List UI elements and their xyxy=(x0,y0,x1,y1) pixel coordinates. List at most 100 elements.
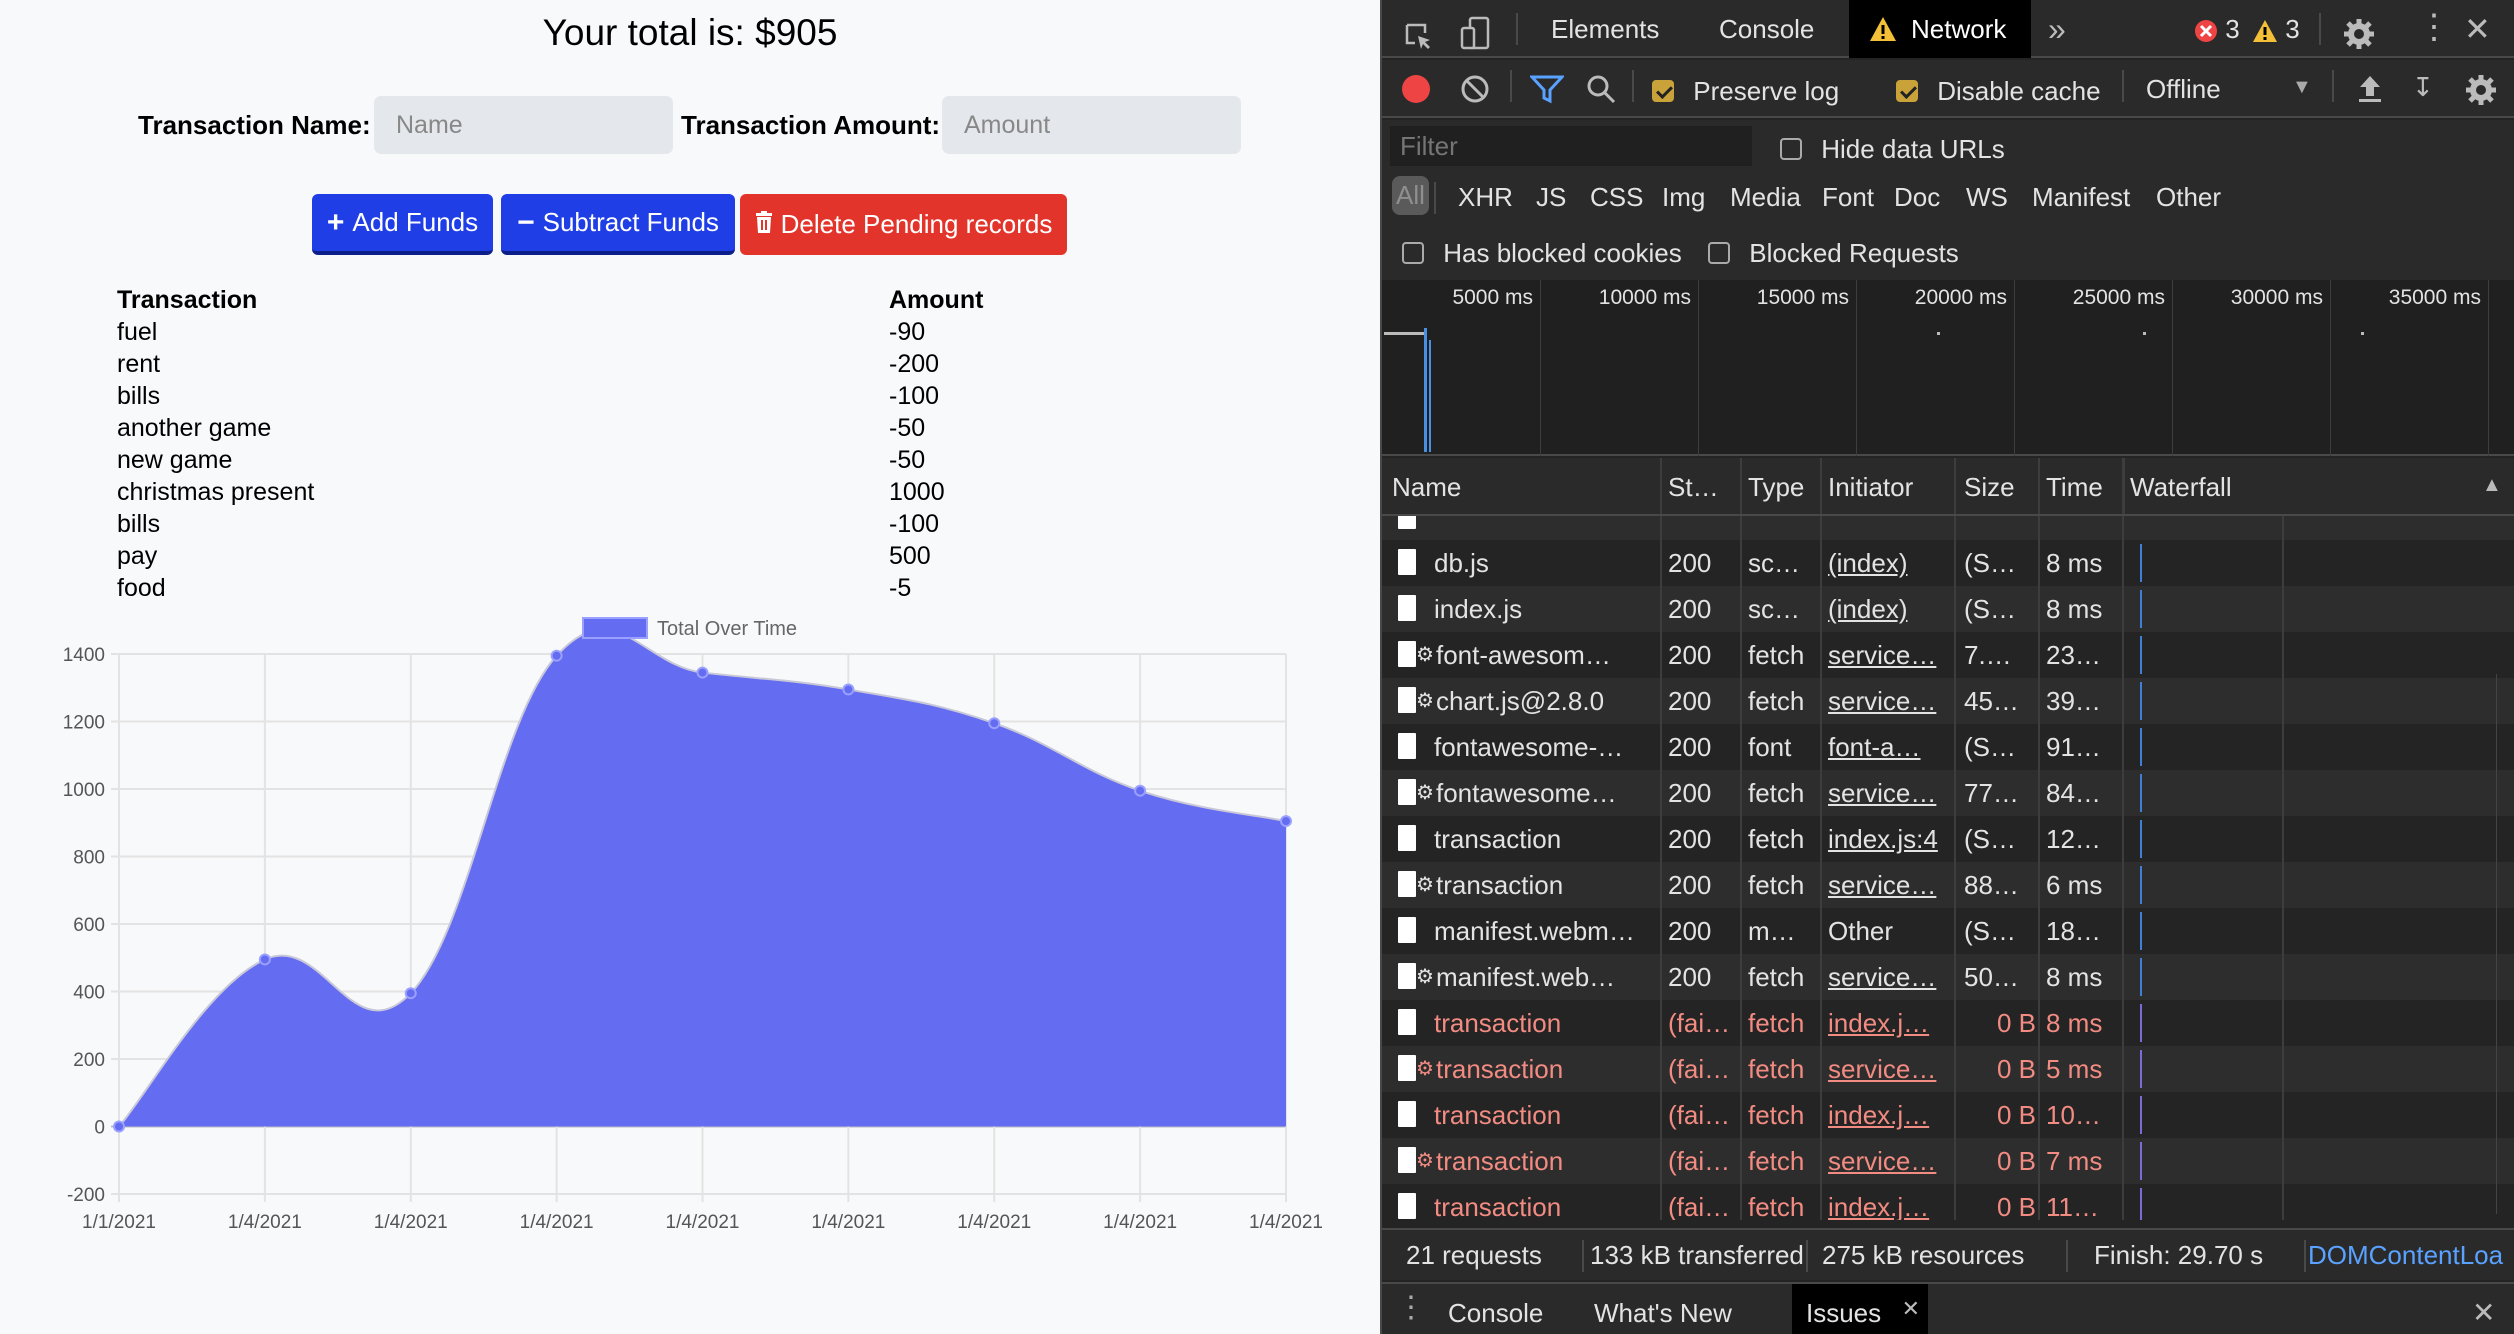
request-initiator[interactable]: service… xyxy=(1828,870,1952,901)
transaction-amount-input[interactable] xyxy=(942,96,1241,154)
filter-type-font[interactable]: Font xyxy=(1822,182,1874,213)
request-row[interactable]: ⚙ transaction (fai… fetch service… 0 B 5 ms xyxy=(1382,1046,2514,1092)
filter-icon[interactable] xyxy=(1528,74,1566,111)
disable-cache-checkbox[interactable] xyxy=(1896,80,1918,103)
request-initiator[interactable]: index.j… xyxy=(1828,1008,1952,1039)
delete-pending-button[interactable]: Delete Pending records xyxy=(740,194,1067,255)
request-size: 77… xyxy=(1964,778,2019,808)
filter-type-img[interactable]: Img xyxy=(1662,182,1705,213)
column-time[interactable]: Time xyxy=(2046,472,2103,503)
sort-ascending-icon[interactable]: ▲ xyxy=(2482,474,2502,497)
request-row[interactable]: ⚙ fontawesome… 200 fetch service… 77… 84… xyxy=(1382,770,2514,816)
filter-type-manifest[interactable]: Manifest xyxy=(2032,182,2130,213)
add-funds-button[interactable]: + Add Funds xyxy=(312,194,493,255)
request-initiator[interactable]: font-a… xyxy=(1828,732,1952,763)
device-toolbar-icon[interactable] xyxy=(1460,12,1492,50)
preserve-log-checkbox[interactable] xyxy=(1652,80,1674,103)
hide-data-urls-checkbox[interactable] xyxy=(1780,138,1802,161)
request-row[interactable]: ⚙ transaction 200 fetch service… 88… 6 ms xyxy=(1382,862,2514,908)
request-type: fetch xyxy=(1748,1192,1805,1220)
drawer-menu-icon[interactable]: ⋮ xyxy=(1396,1290,1426,1325)
tab-separator xyxy=(2319,13,2321,45)
request-initiator[interactable]: (index) xyxy=(1828,594,1952,625)
drawer-tab-console[interactable]: Console xyxy=(1448,1298,1543,1329)
request-initiator[interactable]: service… xyxy=(1828,1146,1952,1177)
request-initiator[interactable]: (index) xyxy=(1828,548,1952,579)
request-initiator[interactable]: service… xyxy=(1828,778,1952,809)
status-separator xyxy=(2304,1240,2306,1272)
column-initiator[interactable]: Initiator xyxy=(1828,472,1913,503)
tab-elements[interactable]: Elements xyxy=(1541,0,1669,58)
import-har-icon[interactable] xyxy=(2356,74,2384,111)
preserve-log-toggle[interactable]: Preserve log xyxy=(1652,74,1839,107)
request-initiator[interactable]: service… xyxy=(1828,640,1952,671)
filter-type-css[interactable]: CSS xyxy=(1590,182,1643,213)
column-size[interactable]: Size xyxy=(1964,472,2015,503)
trash-icon xyxy=(755,209,773,240)
table-row-partial[interactable] xyxy=(1382,516,2514,540)
column-name[interactable]: Name xyxy=(1392,472,1461,503)
blocked-requests-checkbox[interactable] xyxy=(1708,242,1730,265)
column-type[interactable]: Type xyxy=(1748,472,1804,503)
inspect-element-icon[interactable] xyxy=(1404,14,1434,49)
request-initiator[interactable]: index.j… xyxy=(1828,1192,1952,1220)
filter-type-js[interactable]: JS xyxy=(1536,182,1566,213)
tab-console[interactable]: Console xyxy=(1709,0,1824,58)
subtract-funds-button[interactable]: − Subtract Funds xyxy=(501,194,735,255)
network-settings-gear-icon[interactable] xyxy=(2464,73,2498,114)
drawer-tab-issues[interactable]: Issues ✕ xyxy=(1792,1284,1928,1334)
filter-type-doc[interactable]: Doc xyxy=(1894,182,1940,213)
request-row[interactable]: ⚙ font-awesom… 200 fetch service… 7.… 23… xyxy=(1382,632,2514,678)
request-initiator[interactable]: service… xyxy=(1828,686,1952,717)
request-row[interactable]: ⚙ chart.js@2.8.0 200 fetch service… 45… 39… xyxy=(1382,678,2514,724)
scrollbar[interactable] xyxy=(2496,674,2514,1214)
request-initiator[interactable]: index.j… xyxy=(1828,1100,1952,1131)
filter-type-other[interactable]: Other xyxy=(2156,182,2221,213)
request-row[interactable]: transaction (fai… fetch index.j… 0 B 8 ms xyxy=(1382,1000,2514,1046)
settings-gear-icon[interactable] xyxy=(2342,13,2376,49)
column-status[interactable]: St… xyxy=(1668,472,1719,503)
filter-type-media[interactable]: Media xyxy=(1730,182,1801,213)
drawer-tab-whats-new[interactable]: What's New xyxy=(1594,1298,1732,1329)
request-name: transaction xyxy=(1434,824,1562,854)
hide-data-urls-toggle[interactable]: Hide data URLs xyxy=(1780,132,2005,165)
disable-cache-toggle[interactable]: Disable cache xyxy=(1896,74,2101,107)
request-row[interactable]: fontawesome-… 200 font font-a… (S… 91… xyxy=(1382,724,2514,770)
close-tab-icon[interactable]: ✕ xyxy=(1902,1296,1920,1322)
request-initiator[interactable]: service… xyxy=(1828,962,1952,993)
tab-network[interactable]: Network xyxy=(1849,0,2031,58)
has-blocked-cookies-toggle[interactable]: Has blocked cookies xyxy=(1402,236,1682,269)
clear-icon[interactable] xyxy=(1460,74,1490,111)
has-blocked-cookies-checkbox[interactable] xyxy=(1402,242,1424,265)
filter-type-all[interactable]: All xyxy=(1392,176,1429,215)
column-waterfall[interactable]: Waterfall xyxy=(2130,472,2232,503)
filter-input[interactable] xyxy=(1390,126,1752,166)
request-type: fetch xyxy=(1748,686,1805,716)
request-row[interactable]: transaction (fai… fetch index.j… 0 B 10… xyxy=(1382,1092,2514,1138)
request-row[interactable]: ⚙ manifest.web… 200 fetch service… 50… 8 ms xyxy=(1382,954,2514,1000)
search-icon[interactable] xyxy=(1586,74,1616,111)
filter-type-ws[interactable]: WS xyxy=(1966,182,2008,213)
request-row[interactable]: ⚙ transaction (fai… fetch service… 0 B 7 ms xyxy=(1382,1138,2514,1184)
export-har-icon[interactable]: ↧ xyxy=(2412,72,2434,103)
warning-counter[interactable]: 3 xyxy=(2252,0,2300,58)
close-icon[interactable]: ✕ xyxy=(2464,0,2491,58)
request-row[interactable]: db.js 200 sc… (index) (S… 8 ms xyxy=(1382,540,2514,586)
blocked-requests-toggle[interactable]: Blocked Requests xyxy=(1708,236,1959,269)
request-row[interactable]: index.js 200 sc… (index) (S… 8 ms xyxy=(1382,586,2514,632)
more-tabs-icon[interactable]: » xyxy=(2048,0,2066,58)
filter-type-xhr[interactable]: XHR xyxy=(1458,182,1513,213)
close-drawer-icon[interactable]: ✕ xyxy=(2472,1296,2495,1329)
kebab-menu-icon[interactable]: ⋮ xyxy=(2417,0,2451,58)
record-icon[interactable] xyxy=(1402,75,1430,103)
request-row[interactable]: transaction (fai… fetch index.j… 0 B 11… xyxy=(1382,1184,2514,1220)
timeline-bar xyxy=(1429,340,1431,452)
request-row[interactable]: transaction 200 fetch index.js:4 (S… 12… xyxy=(1382,816,2514,862)
error-counter[interactable]: 3 xyxy=(2194,0,2240,58)
throttle-select[interactable]: Offline ▼ xyxy=(2146,74,2312,105)
request-initiator[interactable]: index.js:4 xyxy=(1828,824,1952,855)
request-initiator[interactable]: service… xyxy=(1828,1054,1952,1085)
request-row[interactable]: manifest.webm… 200 m… Other (S… 18… xyxy=(1382,908,2514,954)
network-overview-timeline[interactable]: 5000 ms 10000 ms 15000 ms 20000 ms 25000… xyxy=(1382,280,2514,456)
transaction-name-input[interactable] xyxy=(374,96,673,154)
